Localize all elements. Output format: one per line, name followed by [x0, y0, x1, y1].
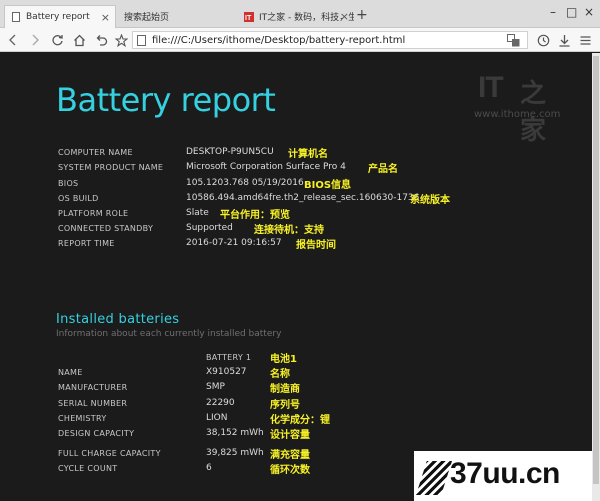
info-value: Slate [186, 208, 209, 218]
ithome-favicon-icon: IT [244, 11, 254, 22]
battery-annotation: 制造商 [270, 384, 300, 395]
battery-column-header: BATTERY 1 [206, 353, 252, 362]
info-annotation: 平台作用：预览 [220, 210, 290, 221]
info-label: PLATFORM ROLE [58, 209, 129, 218]
close-tab-icon[interactable]: × [340, 10, 349, 23]
battery-label: MANUFACTURER [58, 383, 128, 392]
tab-search-start[interactable]: 搜索起始页 [118, 5, 236, 28]
battery-annotation: 名称 [270, 369, 290, 380]
reload-icon[interactable] [48, 31, 66, 49]
tab-bar: Battery report × 搜索起始页 IT IT之家 - 数码，科技，生… [0, 0, 600, 28]
tab-ithome[interactable]: IT IT之家 - 数码，科技，生 × [238, 5, 354, 28]
svg-text:IT: IT [245, 15, 252, 22]
bookmark-star-icon[interactable] [112, 31, 130, 49]
scrollbar-thumb[interactable] [593, 56, 599, 484]
close-window-icon[interactable]: × [584, 5, 594, 19]
info-annotation: 产品名 [368, 164, 398, 175]
info-value: DESKTOP-P9UN5CU [186, 147, 274, 157]
undo-icon[interactable] [92, 31, 110, 49]
section-title-installed-batteries: Installed batteries [56, 312, 180, 327]
battery-header-annotation: 电池1 [270, 354, 297, 365]
battery-value: 38,152 mWh [206, 428, 264, 438]
battery-label: CHEMISTRY [58, 414, 107, 423]
page-scrollbar[interactable] [592, 53, 600, 501]
battery-label: DESIGN CAPACITY [58, 429, 135, 438]
tab-battery-report[interactable]: Battery report × [4, 5, 116, 28]
translate-icon[interactable] [504, 31, 522, 49]
close-tab-icon[interactable]: × [101, 11, 110, 24]
battery-value: SMP [206, 382, 225, 392]
info-annotation: 连接待机：支持 [254, 225, 324, 236]
info-value: 2016-07-21 09:16:57 [186, 238, 282, 248]
menu-icon[interactable] [576, 31, 594, 49]
battery-value: X910527 [206, 367, 247, 377]
home-icon[interactable] [70, 31, 88, 49]
battery-annotation: 化学成分：锂 [270, 415, 330, 426]
info-value: 10586.494.amd64fre.th2_release_sec.16063… [186, 193, 420, 203]
info-annotation: 计算机名 [288, 149, 328, 160]
battery-value: 6 [206, 463, 212, 473]
battery-label: NAME [58, 368, 83, 377]
info-annotation: BIOS信息 [304, 180, 352, 191]
info-value: 105.1203.768 05/19/2016 [186, 178, 304, 188]
info-label: SYSTEM PRODUCT NAME [58, 163, 164, 172]
info-label: REPORT TIME [58, 239, 115, 248]
back-icon[interactable] [4, 31, 22, 49]
info-annotation: 报告时间 [296, 240, 336, 251]
tab-label: 搜索起始页 [124, 13, 170, 23]
battery-label: FULL CHARGE CAPACITY [58, 449, 161, 458]
site-watermark-badge: 37uu.cn [414, 451, 592, 501]
battery-label: CYCLE COUNT [58, 464, 118, 473]
info-annotation: 系统版本 [410, 195, 450, 206]
forward-icon[interactable] [26, 31, 44, 49]
address-url: file:///C:/Users/ithome/Desktop/battery-… [152, 34, 406, 46]
info-label: BIOS [58, 179, 79, 188]
section-subtitle: Information about each currently install… [56, 329, 282, 339]
battery-value: 39,825 mWh [206, 448, 264, 458]
download-icon[interactable] [555, 31, 573, 49]
battery-label: SERIAL NUMBER [58, 399, 128, 408]
battery-value: LION [206, 413, 228, 423]
battery-value: 22290 [206, 398, 235, 408]
navigation-bar: file:///C:/Users/ithome/Desktop/battery-… [0, 28, 600, 52]
logo-it-text: IT [478, 71, 504, 104]
battery-annotation: 循环次数 [270, 465, 310, 476]
info-label: OS BUILD [58, 194, 99, 203]
minimize-icon[interactable]: – [550, 5, 556, 19]
new-tab-icon[interactable]: + [356, 7, 368, 23]
info-label: CONNECTED STANDBY [58, 224, 154, 233]
tab-label: Battery report [26, 12, 90, 22]
info-value: Supported [186, 223, 233, 233]
report-page: Battery report IT 之家 www.ithome.com COMP… [0, 53, 592, 501]
battery-annotation: 设计容量 [270, 430, 310, 441]
info-label: COMPUTER NAME [58, 148, 133, 157]
document-icon [11, 12, 21, 22]
battery-annotation: 满充容量 [270, 450, 310, 461]
page-title: Battery report [56, 81, 276, 119]
battery-annotation: 序列号 [270, 400, 300, 411]
address-bar[interactable]: file:///C:/Users/ithome/Desktop/battery-… [132, 31, 528, 49]
info-value: Microsoft Corporation Surface Pro 4 [186, 162, 346, 172]
ithome-logo: IT 之家 [478, 71, 560, 146]
history-icon[interactable] [534, 31, 552, 49]
site-watermark: www.ithome.com [474, 109, 561, 120]
watermark-text: 37uu.cn [450, 457, 560, 490]
stripes-logo-icon [416, 461, 452, 495]
maximize-icon[interactable]: □ [566, 5, 577, 19]
file-icon [137, 34, 146, 46]
